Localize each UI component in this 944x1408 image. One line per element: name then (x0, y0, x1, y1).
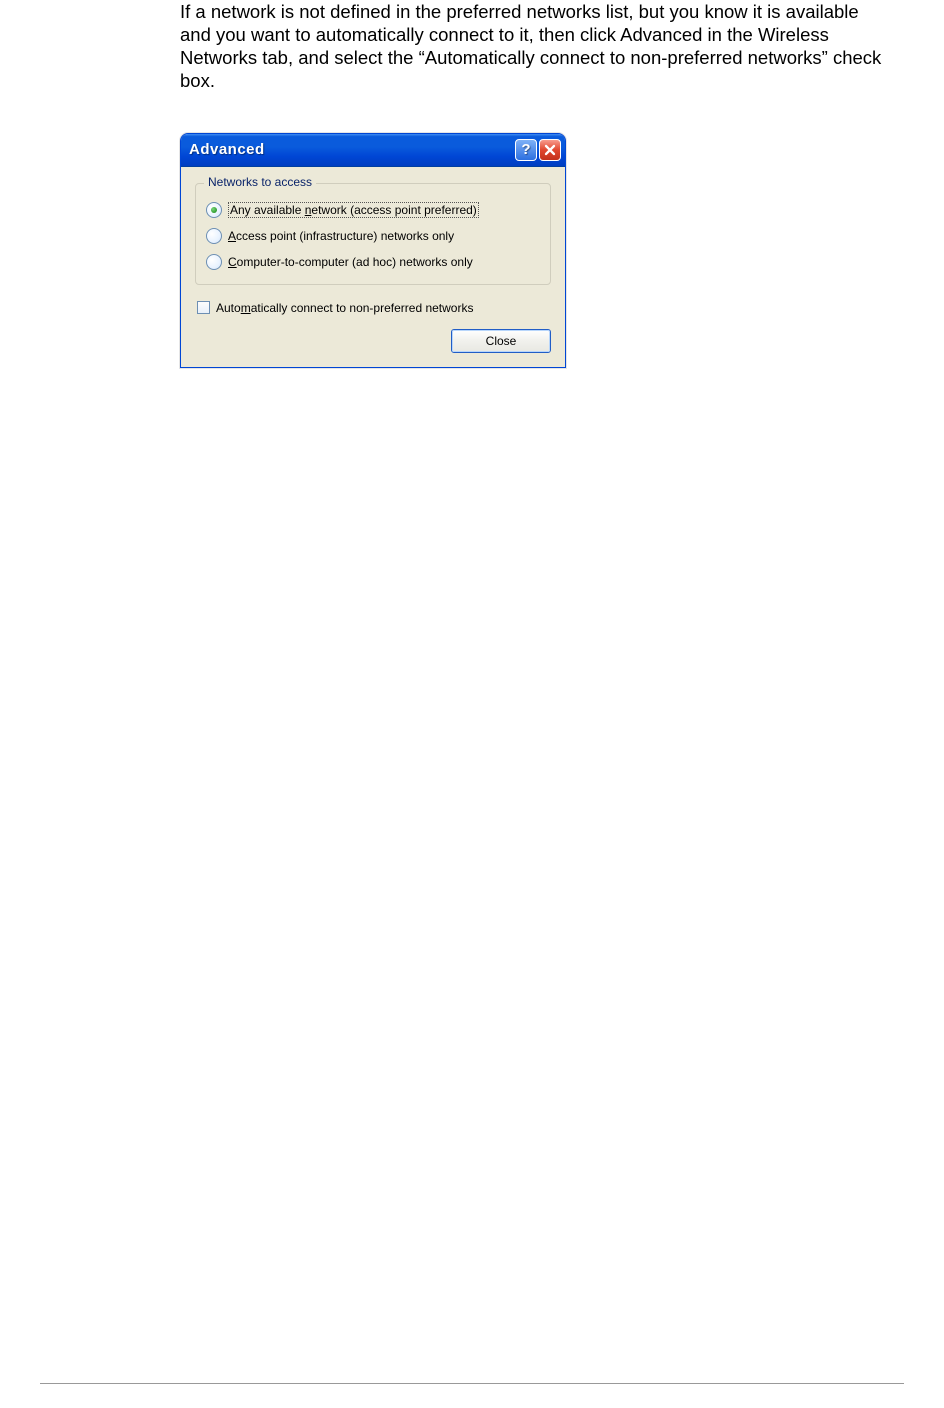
radio-label: Computer-to-computer (ad hoc) networks o… (228, 255, 473, 269)
radio-adhoc-only[interactable]: Computer-to-computer (ad hoc) networks o… (206, 254, 540, 270)
radio-icon (206, 228, 222, 244)
dialog-title: Advanced (189, 141, 515, 158)
intro-paragraph: If a network is not defined in the prefe… (180, 0, 884, 93)
radio-access-point-only[interactable]: Access point (infrastructure) networks o… (206, 228, 540, 244)
close-button[interactable]: Close (451, 329, 551, 353)
close-window-button[interactable] (539, 139, 561, 161)
checkbox-icon (197, 301, 210, 314)
auto-connect-checkbox[interactable]: Automatically connect to non-preferred n… (197, 301, 551, 315)
radio-label: Any available network (access point pref… (228, 202, 479, 218)
networks-to-access-group: Networks to access Any available network… (195, 183, 551, 285)
footer-divider (40, 1383, 904, 1384)
radio-any-available[interactable]: Any available network (access point pref… (206, 202, 540, 218)
help-button[interactable]: ? (515, 139, 537, 161)
close-icon (544, 144, 556, 156)
help-icon: ? (521, 141, 530, 158)
advanced-dialog: Advanced ? Networks to access (180, 133, 566, 368)
radio-icon (206, 202, 222, 218)
checkbox-label: Automatically connect to non-preferred n… (216, 301, 473, 315)
radio-label: Access point (infrastructure) networks o… (228, 229, 454, 243)
titlebar[interactable]: Advanced ? (181, 134, 565, 167)
group-legend: Networks to access (204, 175, 316, 189)
radio-icon (206, 254, 222, 270)
